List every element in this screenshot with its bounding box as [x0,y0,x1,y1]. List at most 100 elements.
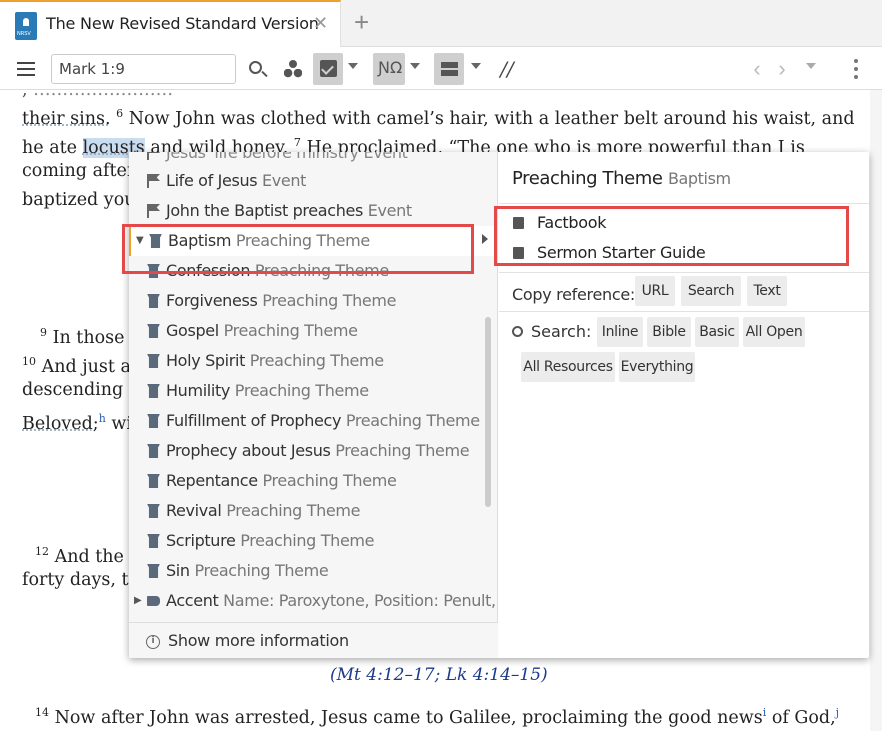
list-item-label: John the Baptist preaches Event [166,196,412,226]
verse-text: he ate [22,137,83,158]
flag-icon [147,204,160,218]
nrsv-book-icon: NRSV [15,12,37,40]
bible-line: their sins. 6 Now John was clothed with … [22,100,855,133]
item-kind: Preaching Theme [235,231,370,250]
close-icon[interactable]: ✕ [313,13,328,34]
search-all-open-button[interactable]: All Open [743,317,805,347]
flag-icon [147,174,160,188]
verse-number: 10 [22,355,36,368]
submenu-arrow-icon[interactable] [482,234,488,244]
list-item[interactable]: Scripture Preaching Theme [129,526,497,556]
bible-line: coming after [22,161,136,181]
document-tab[interactable]: NRSV The New Revised Standard Version ✕ [0,0,341,47]
lectern-icon [147,384,160,398]
detail-title: Preaching Theme Baptism [512,168,731,189]
item-name: Baptism [168,231,232,250]
verse-text: Now after John was arrested, Jesus came … [49,707,763,728]
lectern-icon [147,354,160,368]
bible-line: descending [22,380,124,400]
tab-bar: NRSV The New Revised Standard Version ✕ … [0,0,882,47]
chevron-down-icon[interactable] [806,63,816,69]
expand-arrow-icon[interactable]: ▶ [134,586,142,616]
search-basic-button[interactable]: Basic [695,317,739,347]
scrollbar[interactable] [870,90,882,731]
list-item[interactable]: ▶ Accent Name: Paroxytone, Position: Penu… [129,586,497,616]
verse-text: And the [49,546,124,567]
list-item[interactable]: Fulfillment of Prophecy Preaching Theme [129,406,497,436]
lectern-icon [147,324,160,338]
context-list: Jesus' life before ministry Event Life o… [129,152,498,658]
list-item[interactable]: Humility Preaching Theme [129,376,497,406]
forward-arrow-icon[interactable]: › [770,56,794,81]
item-name: Gospel [166,321,219,340]
search-inline-button[interactable]: Inline [597,317,643,347]
item-name: John the Baptist preaches [166,201,363,220]
lectern-icon [147,414,160,428]
detail-title-name: Preaching Theme [512,168,663,189]
hamburger-menu-icon[interactable] [14,57,38,81]
interlinear-icon[interactable]: ƝΩ [373,53,405,85]
bible-line: baptized you [22,190,136,210]
list-item-label: Humility Preaching Theme [166,376,369,406]
verse-text: their sins. [22,108,111,129]
lectern-icon [149,234,162,248]
verse-text: Beloved; [22,413,99,434]
more-options-icon[interactable] [844,57,868,81]
item-kind: Preaching Theme [234,381,369,400]
list-item[interactable]: ▼ Baptism Preaching Theme [129,226,497,256]
list-item[interactable]: Repentance Preaching Theme [129,466,497,496]
item-kind: Preaching Theme [240,531,375,550]
copy-url-button[interactable]: URL [635,276,675,306]
item-name: Humility [166,381,231,400]
search-bible-button[interactable]: Bible [647,317,691,347]
copy-text-button[interactable]: Text [747,276,787,306]
show-more-button[interactable]: i Show more information [129,622,498,658]
layout-icon[interactable] [434,53,464,85]
list-item-label: Confession Preaching Theme [166,256,389,286]
link-label: Factbook [537,213,607,232]
list-item[interactable]: Prophecy about Jesus Preaching Theme [129,436,497,466]
search-everything-button[interactable]: Everything [619,352,695,382]
verse-number: 9 [40,326,47,339]
list-item[interactable]: Sin Preaching Theme [129,556,497,586]
new-tab-button[interactable]: + [354,7,369,37]
chevron-down-icon[interactable] [348,63,358,69]
bible-line: 14 Now after John was arrested, Jesus ca… [35,699,839,731]
list-item[interactable]: Life of Jesus Event [129,166,497,196]
list-item-label: Life of Jesus Event [166,166,306,196]
list-item[interactable]: Gospel Preaching Theme [129,316,497,346]
reference-input[interactable]: Mark 1:9 [51,54,236,84]
divider [499,203,869,204]
link-label: Sermon Starter Guide [537,243,706,262]
collapse-arrow-icon[interactable]: ▼ [136,226,144,256]
item-kind: Preaching Theme [249,351,384,370]
visual-filter-checkbox-icon[interactable] [313,53,343,85]
tag-icon [147,596,160,606]
list-item-label: Prophecy about Jesus Preaching Theme [166,436,470,466]
parallel-resources-icon[interactable]: // [495,57,519,81]
item-name: Prophecy about Jesus [166,441,331,460]
verse-number: 14 [35,706,49,719]
item-kind: Preaching Theme [223,321,358,340]
verse-text: of God, [766,707,836,728]
search-icon[interactable] [245,57,269,81]
people-icon[interactable] [281,57,305,81]
footnote-marker[interactable]: j [836,706,839,719]
list-item[interactable]: Forgiveness Preaching Theme [129,286,497,316]
back-arrow-icon[interactable]: ‹ [745,56,769,81]
item-name: Repentance [166,471,258,490]
search-all-resources-button[interactable]: All Resources [521,352,615,382]
list-item[interactable]: Revival Preaching Theme [129,496,497,526]
chevron-down-icon[interactable] [410,63,420,69]
chevron-down-icon[interactable] [471,63,481,69]
list-item-label: Gospel Preaching Theme [166,316,358,346]
popup-scrollbar[interactable] [485,317,491,507]
bible-line: Beloved;h wi [22,405,132,438]
list-item[interactable]: John the Baptist preaches Event [129,196,497,226]
copy-search-button[interactable]: Search [681,276,741,306]
list-item[interactable]: Holy Spirit Preaching Theme [129,346,497,376]
verse-text: In those [47,327,125,348]
cross-reference[interactable]: (Mt 4:12–17; Lk 4:14–15) [330,665,548,685]
list-item[interactable]: Confession Preaching Theme [129,256,497,286]
footnote-marker[interactable]: h [99,412,106,425]
